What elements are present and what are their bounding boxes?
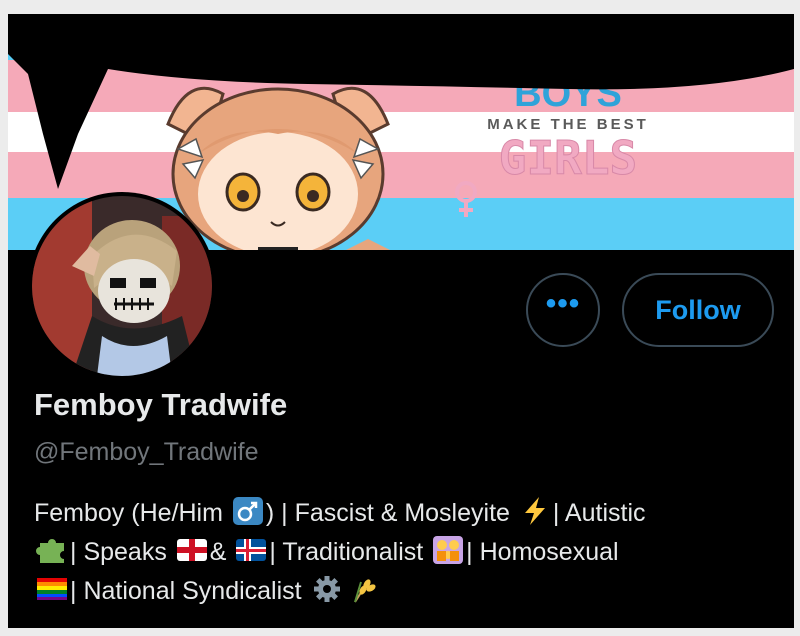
gear-emoji: [311, 574, 343, 604]
bio-text: Femboy (He/Him: [34, 499, 223, 527]
bio-text: ) | Fascist & Mosleyite: [265, 499, 510, 527]
iceland-flag-emoji: [235, 535, 267, 565]
profile-bio: Femboy (He/Him ) | Fascist & Mosleyite |…: [34, 494, 784, 611]
puzzle-emoji: [36, 535, 68, 565]
wheat-emoji: [347, 574, 379, 604]
user-handle: @Femboy_Tradwife: [34, 438, 259, 466]
bio-text: | Autistic: [552, 499, 646, 527]
avatar-photo: [32, 196, 212, 376]
follow-label: Follow: [655, 294, 741, 325]
bio-text: | National Syndicalist: [70, 577, 302, 605]
bio-text: | Homosexual: [466, 538, 619, 566]
lightning-emoji: [519, 496, 551, 526]
male-sign-emoji: [232, 496, 264, 526]
redaction-mark: [8, 14, 794, 189]
profile-card: BOYS MAKE THE BEST GIRLS ••• Follow Femb…: [8, 14, 794, 628]
bio-text: | Speaks: [70, 538, 167, 566]
family-emoji: [432, 535, 464, 565]
bio-text: &: [209, 538, 227, 566]
more-icon: •••: [545, 287, 581, 320]
rainbow-flag-emoji: [36, 574, 68, 604]
bio-text: | Traditionalist: [269, 538, 424, 566]
profile-avatar[interactable]: [32, 196, 212, 376]
display-name: Femboy Tradwife: [34, 387, 288, 422]
follow-button[interactable]: Follow: [622, 273, 774, 347]
england-flag-emoji: [176, 535, 208, 565]
more-options-button[interactable]: •••: [526, 273, 600, 347]
